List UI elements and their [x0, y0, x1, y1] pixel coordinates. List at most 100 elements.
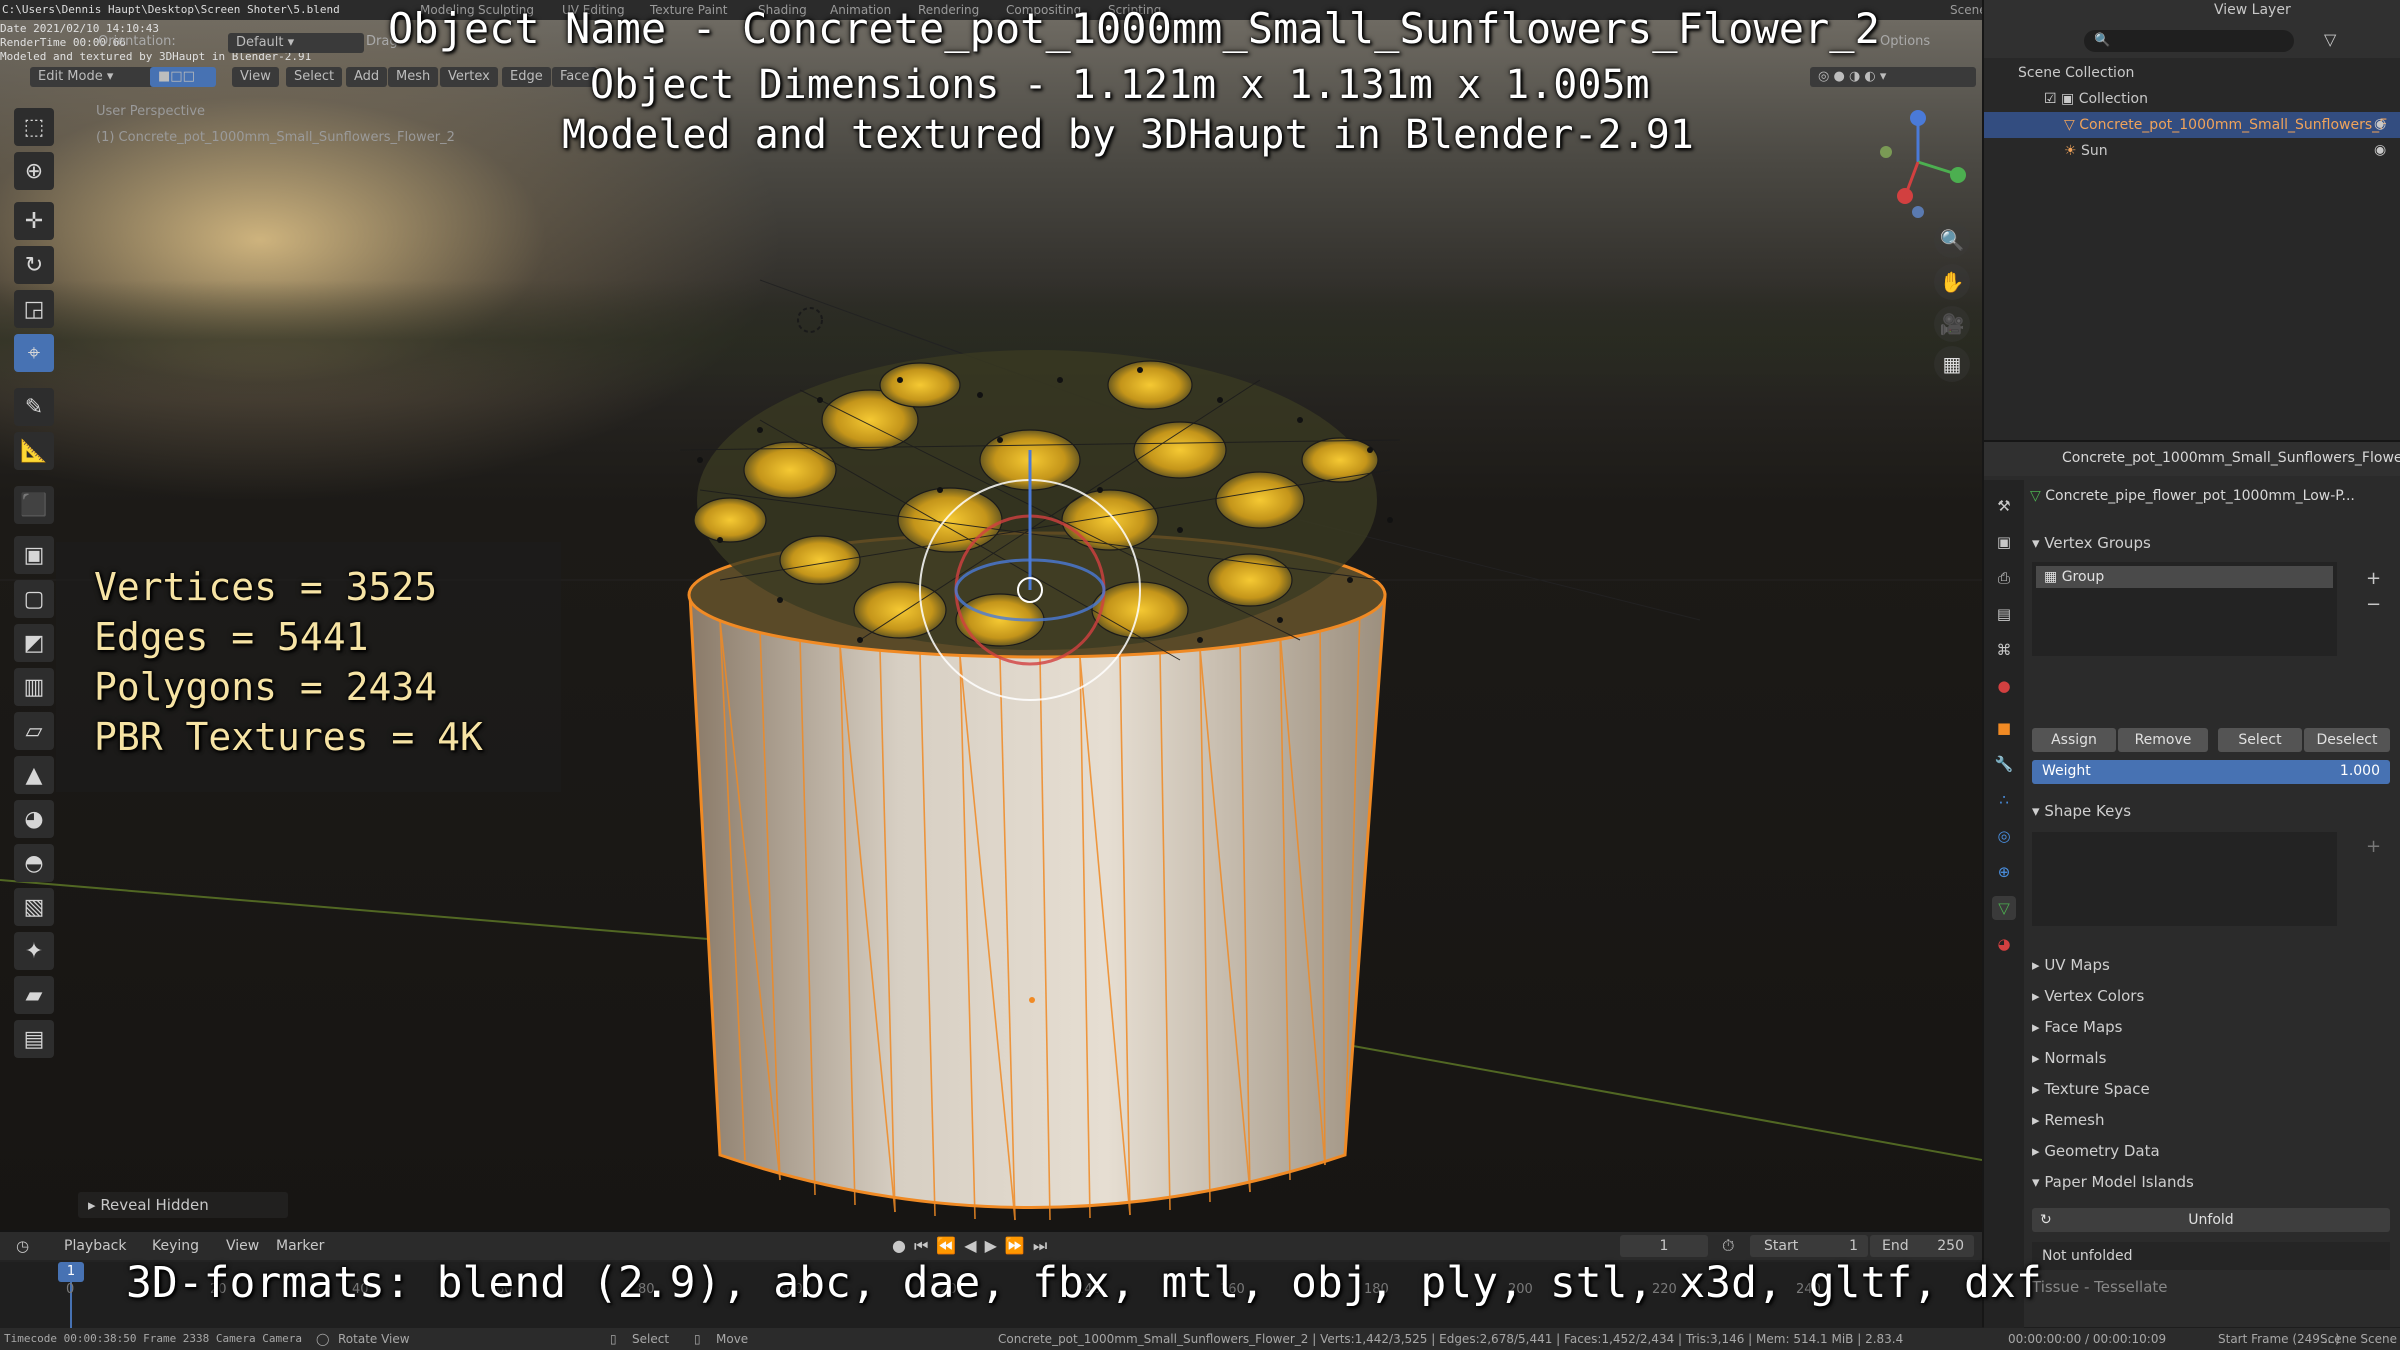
shape-keys-header[interactable]: ▾ Shape Keys — [2032, 802, 2131, 820]
add-vertex-group-icon[interactable]: + — [2366, 568, 2381, 589]
mesh-datablock[interactable]: ▽ Concrete_pipe_flower_pot_1000mm_Low-P.… — [2030, 488, 2355, 504]
add-shape-key-icon[interactable]: + — [2366, 836, 2381, 857]
shading-mode-buttons[interactable]: ◎ ● ◑ ◐ ▾ — [1810, 67, 1976, 87]
orthographic-grid-icon[interactable]: ▦ — [1934, 346, 1970, 382]
keying-menu[interactable]: Keying — [152, 1238, 199, 1254]
annotate-icon[interactable]: ✎ — [14, 388, 54, 426]
panel-texture-space[interactable]: ▸ Texture Space — [2032, 1080, 2150, 1098]
view-menu[interactable]: View — [226, 1238, 259, 1254]
visibility-eye-icon[interactable]: ◉ — [2374, 116, 2386, 132]
playback-menu[interactable]: Playback — [64, 1238, 126, 1254]
shrink-fatten-icon[interactable]: ✦ — [14, 932, 54, 970]
outliner-collection[interactable]: ☑ ▣ Collection — [1984, 86, 2400, 112]
modifier-tab-icon[interactable]: 🔧 — [1992, 752, 2016, 776]
outliner-search-input[interactable]: 🔍 — [2084, 30, 2294, 52]
menu-vertex[interactable]: Vertex — [440, 67, 498, 87]
particles-tab-icon[interactable]: ∴ — [1992, 788, 2016, 812]
menu-add[interactable]: Add — [346, 67, 388, 87]
panel-vertex-colors[interactable]: ▸ Vertex Colors — [2032, 987, 2144, 1005]
add-cube-icon[interactable]: ⬛ — [14, 486, 54, 524]
view-layer-label[interactable]: View Layer — [2214, 2, 2291, 18]
filter-icon[interactable]: ▽ — [2324, 30, 2336, 49]
inset-icon[interactable]: ▢ — [14, 580, 54, 618]
vertex-groups-list[interactable]: ▦ Group — [2032, 562, 2337, 656]
rotate-icon[interactable]: ↻ — [14, 246, 54, 284]
poly-build-icon[interactable]: ▲ — [14, 756, 54, 794]
assign-button[interactable]: Assign — [2032, 728, 2116, 752]
remove-vertex-group-icon[interactable]: − — [2366, 594, 2381, 615]
outliner-scene-collection[interactable]: Scene Collection — [1984, 60, 2400, 86]
cursor-icon[interactable]: ⊕ — [14, 152, 54, 190]
object-tab-icon[interactable]: ■ — [1992, 716, 2016, 740]
transform-icon[interactable]: ⌖ — [14, 334, 54, 372]
physics-tab-icon[interactable]: ◎ — [1992, 824, 2016, 848]
render-tab-icon[interactable]: ▣ — [1992, 530, 2016, 554]
shape-keys-list[interactable] — [2032, 832, 2337, 926]
panel-normals[interactable]: ▸ Normals — [2032, 1049, 2106, 1067]
vertex-group-name: Group — [2061, 569, 2105, 585]
camera-view-icon[interactable]: 🎥 — [1934, 306, 1970, 342]
scale-icon[interactable]: ◲ — [14, 290, 54, 328]
timeline-header: ◷ Playback Keying View Marker ●⏮⏪◀▶⏩⏭ 1 … — [0, 1232, 1982, 1260]
outliner-item-sun[interactable]: ☀ Sun — [1984, 138, 2400, 164]
panel-geometry-data[interactable]: ▸ Geometry Data — [2032, 1142, 2160, 1160]
shear-icon[interactable]: ▰ — [14, 976, 54, 1014]
tool-tab-icon[interactable]: ⚒ — [1992, 494, 2016, 518]
bevel-icon[interactable]: ◩ — [14, 624, 54, 662]
select-box-icon[interactable]: ⬚ — [14, 108, 54, 146]
reveal-hidden-panel[interactable]: ▸ Reveal Hidden — [78, 1192, 288, 1218]
start-frame-field[interactable]: Start 1 — [1750, 1235, 1868, 1257]
panel-remesh[interactable]: ▸ Remesh — [2032, 1111, 2104, 1129]
panel-paper-model-islands[interactable]: ▾ Paper Model Islands — [2032, 1173, 2194, 1191]
vertex-group-item[interactable]: ▦ Group — [2036, 566, 2333, 588]
smooth-icon[interactable]: ◓ — [14, 844, 54, 882]
extrude-icon[interactable]: ▣ — [14, 536, 54, 574]
orientation-dropdown[interactable]: Default ▾ — [228, 33, 364, 53]
select-mode-buttons[interactable]: ■□□ — [150, 67, 216, 87]
mode-dropdown[interactable]: Edit Mode ▾ — [30, 67, 156, 87]
playback-controls[interactable]: ●⏮⏪◀▶⏩⏭ — [892, 1236, 1055, 1256]
options-label[interactable]: Options — [1880, 34, 1930, 49]
marker-menu[interactable]: Marker — [276, 1238, 324, 1254]
panel-uv-maps[interactable]: ▸ UV Maps — [2032, 956, 2110, 974]
world-tab-icon[interactable]: ● — [1992, 674, 2016, 698]
visibility-eye-icon[interactable]: ◉ — [2374, 142, 2386, 158]
pan-hand-icon[interactable]: ✋ — [1934, 264, 1970, 300]
current-frame-field[interactable]: 1 — [1620, 1235, 1708, 1257]
material-tab-icon[interactable]: ◕ — [1992, 932, 2016, 956]
vertex-groups-header[interactable]: ▾ Vertex Groups — [2032, 534, 2151, 552]
panel-face-maps[interactable]: ▸ Face Maps — [2032, 1018, 2122, 1036]
output-tab-icon[interactable]: ⎙ — [1992, 566, 2016, 590]
end-frame-field[interactable]: End 250 — [1870, 1235, 1974, 1257]
select-button[interactable]: Select — [2218, 728, 2302, 752]
measure-icon[interactable]: 📐 — [14, 432, 54, 470]
tissue-tessellate-label[interactable]: Tissue - Tessellate — [2032, 1278, 2168, 1296]
scene-tab-icon[interactable]: ⌘ — [1992, 638, 2016, 662]
remove-button[interactable]: Remove — [2118, 728, 2208, 752]
rip-region-icon[interactable]: ▤ — [14, 1020, 54, 1058]
move-icon[interactable]: ✛ — [14, 202, 54, 240]
knife-icon[interactable]: ▱ — [14, 712, 54, 750]
edge-slide-icon[interactable]: ▧ — [14, 888, 54, 926]
unfold-button[interactable]: ↻ Unfold — [2032, 1208, 2390, 1232]
navigation-gizmo[interactable] — [1858, 102, 1968, 222]
zoom-icon[interactable]: 🔍 — [1934, 222, 1970, 258]
outliner-item-concrete-pot[interactable]: ▽ Concrete_pot_1000mm_Small_Sunflowers_F — [1984, 112, 2400, 138]
deselect-button[interactable]: Deselect — [2304, 728, 2390, 752]
loop-cut-icon[interactable]: ▥ — [14, 668, 54, 706]
stopwatch-icon[interactable]: ⏱ — [1722, 1236, 1734, 1256]
mouse-middle-icon: ▯ — [694, 1332, 701, 1346]
menu-edge[interactable]: Edge — [502, 67, 551, 87]
menu-select[interactable]: Select — [286, 67, 343, 87]
playhead[interactable]: 1 — [58, 1262, 84, 1282]
view-layer-tab-icon[interactable]: ▤ — [1992, 602, 2016, 626]
menu-view[interactable]: View — [232, 67, 279, 87]
viewport-perspective-label: User Perspective — [96, 104, 206, 119]
menu-mesh[interactable]: Mesh — [388, 67, 439, 87]
mesh-data-tab-icon[interactable]: ▽ — [1992, 896, 2016, 920]
spin-icon[interactable]: ◕ — [14, 800, 54, 838]
constraints-tab-icon[interactable]: ⊕ — [1992, 860, 2016, 884]
checkbox-icon[interactable]: ☑ — [2044, 91, 2057, 107]
clock-icon[interactable]: ◷ — [16, 1237, 29, 1255]
weight-slider[interactable]: Weight 1.000 — [2032, 760, 2390, 784]
